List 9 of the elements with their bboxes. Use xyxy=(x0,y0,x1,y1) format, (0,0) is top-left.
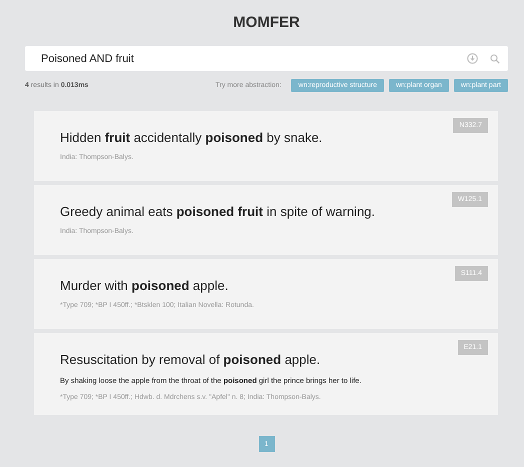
result-title[interactable]: Resuscitation by removal of poisoned apple. xyxy=(60,352,486,367)
app-title: MOMFER xyxy=(233,14,300,31)
search-bar[interactable]: Poisoned AND fruit xyxy=(25,46,508,71)
download-icon[interactable] xyxy=(467,53,478,64)
search-field[interactable]: Poisoned AND fruit xyxy=(41,52,455,64)
result-title[interactable]: Greedy animal eats poisoned fruit in spite of warning. xyxy=(60,204,486,219)
result-title[interactable]: Hidden fruit accidentally poisoned by snake. xyxy=(60,130,486,145)
result-title[interactable]: Murder with poisoned apple. xyxy=(60,278,486,293)
search-icon[interactable] xyxy=(490,54,500,64)
